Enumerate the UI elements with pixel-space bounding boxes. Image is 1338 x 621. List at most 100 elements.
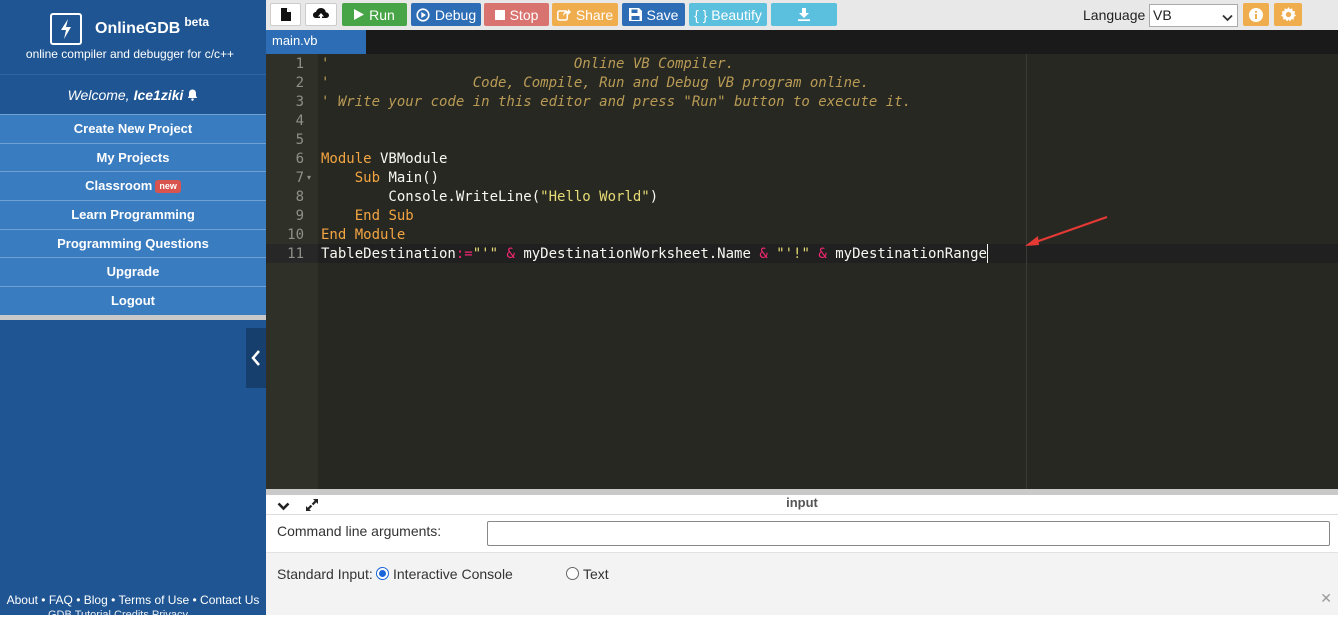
- nav-label: Learn Programming: [71, 207, 195, 223]
- code-line: End Module: [321, 227, 406, 243]
- footer-separator: •: [41, 593, 46, 607]
- beta-tag: beta: [184, 15, 210, 29]
- chevron-left-icon: [251, 350, 260, 366]
- sidebar-nav: Create New Project My Projects Classroom…: [0, 114, 266, 320]
- interactive-console-radio[interactable]: [376, 567, 389, 580]
- file-icon: [280, 8, 291, 21]
- settings-button[interactable]: [1274, 3, 1302, 26]
- interactive-console-label[interactable]: Interactive Console: [393, 566, 513, 582]
- nav-create-new-project[interactable]: Create New Project: [0, 114, 266, 143]
- nav-classroom[interactable]: Classroom new: [0, 171, 266, 201]
- line-number: 1: [295, 56, 304, 72]
- command-line-label: Command line arguments:: [277, 523, 442, 539]
- footer-link-about[interactable]: About: [7, 593, 38, 607]
- line-number: 10: [287, 227, 304, 243]
- run-label: Run: [369, 6, 395, 23]
- debug-button[interactable]: Debug: [411, 3, 481, 26]
- code-editor[interactable]: 1 2 3 4 5 6 7 ▾ 8 9 10 11 ' Online VB Co…: [266, 54, 1338, 489]
- code-line: Console.WriteLine("Hello World"): [321, 189, 659, 205]
- footer-separator: •: [76, 593, 81, 607]
- nav-programming-questions[interactable]: Programming Questions: [0, 228, 266, 258]
- footer-link-contact[interactable]: Contact Us: [200, 593, 259, 607]
- new-badge: new: [155, 180, 181, 194]
- brand-title: OnlineGDB: [95, 20, 181, 37]
- nav-upgrade[interactable]: Upgrade: [0, 257, 266, 287]
- footer-link-blog[interactable]: Blog: [84, 593, 108, 607]
- language-value: VB: [1153, 7, 1172, 23]
- line-number: 4: [295, 113, 304, 129]
- line-number: 3: [295, 94, 304, 110]
- text-cursor: [987, 244, 988, 263]
- code-line: Module VBModule: [321, 151, 448, 167]
- welcome-row: Welcome, Ice1ziki: [0, 74, 266, 114]
- share-label: Share: [575, 6, 614, 23]
- run-button[interactable]: Run: [342, 3, 407, 26]
- lightning-logo-icon: [50, 13, 82, 45]
- nav-logout[interactable]: Logout: [0, 286, 266, 315]
- line-number: 9: [295, 208, 304, 224]
- language-select[interactable]: VB: [1149, 4, 1238, 27]
- gear-icon: [1280, 7, 1296, 22]
- line-number: 6: [295, 151, 304, 167]
- bell-icon[interactable]: [187, 89, 198, 101]
- footer-links-row-2[interactable]: GDB Tutorial Credits Privacy: [48, 609, 188, 621]
- code-line: TableDestination:="'" & myDestinationWor…: [321, 246, 987, 262]
- line-number: 5: [295, 132, 304, 148]
- line-number: 2: [295, 75, 304, 91]
- fold-arrow-icon[interactable]: ▾: [307, 173, 311, 182]
- debug-icon: [416, 7, 430, 22]
- input-panel: input Command line arguments: Standard I…: [266, 495, 1338, 615]
- nav-my-projects[interactable]: My Projects: [0, 142, 266, 172]
- brand-tagline: online compiler and debugger for c/c++: [25, 47, 235, 61]
- nav-label: Programming Questions: [57, 235, 209, 251]
- footer-separator: •: [192, 593, 197, 607]
- share-button[interactable]: Share: [552, 3, 618, 26]
- code-line: Sub Main(): [354, 170, 440, 186]
- line-number: 11: [287, 246, 304, 262]
- info-button[interactable]: [1243, 3, 1269, 26]
- text-radio[interactable]: [566, 567, 579, 580]
- code-line: ' Write your code in this editor and pre…: [321, 94, 912, 110]
- nav-learn-programming[interactable]: Learn Programming: [0, 200, 266, 229]
- save-button[interactable]: Save: [622, 3, 685, 26]
- input-panel-title: input: [786, 495, 818, 510]
- footer-separator: •: [111, 593, 116, 607]
- text-option-label[interactable]: Text: [583, 566, 609, 582]
- tab-main-vb[interactable]: main.vb: [266, 30, 366, 54]
- play-icon: [354, 9, 365, 20]
- upload-button[interactable]: [305, 3, 337, 26]
- username[interactable]: Ice1ziki: [134, 87, 184, 103]
- download-icon: [798, 8, 810, 21]
- close-icon[interactable]: ✕: [1320, 590, 1332, 607]
- code-line: ' Online VB Compiler.: [321, 56, 735, 72]
- nav-label: Classroom: [85, 178, 153, 194]
- info-icon: [1249, 7, 1263, 22]
- code-line: End Sub: [354, 208, 414, 224]
- beautify-label: { } Beautify: [694, 6, 762, 23]
- beautify-button[interactable]: { } Beautify: [689, 3, 767, 26]
- red-arrow-annotation: [1025, 215, 1108, 246]
- code-line: ' Code, Compile, Run and Debug VB progra…: [321, 75, 869, 91]
- nav-label: My Projects: [96, 149, 170, 165]
- footer-link-faq[interactable]: FAQ: [49, 593, 73, 607]
- debug-label: Debug: [434, 6, 477, 23]
- stop-icon: [494, 9, 505, 20]
- floppy-disk-icon: [628, 8, 642, 21]
- brand-header[interactable]: OnlineGDB beta online compiler and debugg…: [0, 0, 266, 74]
- welcome-prefix: Welcome,: [67, 86, 130, 103]
- print-margin: [1026, 54, 1027, 489]
- language-label: Language: [1083, 7, 1146, 23]
- sidebar-footer: About • FAQ • Blog • Terms of Use • Cont…: [0, 593, 266, 607]
- save-label: Save: [646, 6, 679, 23]
- chevron-down-icon: [1222, 8, 1233, 29]
- brand-name: OnlineGDB beta: [95, 15, 209, 38]
- new-file-button[interactable]: [270, 3, 301, 26]
- nav-label: Create New Project: [73, 121, 193, 136]
- standard-input-row: Standard Input: Interactive Console Text…: [266, 552, 1338, 615]
- command-line-input[interactable]: [487, 521, 1330, 546]
- stop-button[interactable]: Stop: [484, 3, 549, 26]
- collapse-sidebar-button[interactable]: [246, 328, 266, 388]
- download-button[interactable]: [771, 3, 837, 26]
- footer-link-terms[interactable]: Terms of Use: [118, 593, 189, 607]
- command-line-row: Command line arguments:: [266, 515, 1338, 550]
